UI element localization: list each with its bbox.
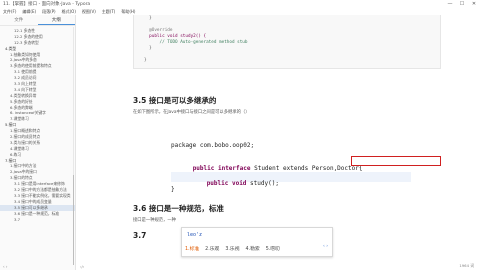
ide-text: study(); [246, 180, 279, 187]
sidebar-scrollbar-thumb[interactable] [72, 175, 74, 265]
ime-candidates: 1.标准 2.乐观 3.乐视 4.勒索 5.唠叨 [185, 245, 286, 252]
outline-list: 12.1 多态性 12.2 多态的使用 12.3 多态转型 4.类型 1.抽象类如何使用… [0, 26, 75, 222]
ide-line-package: package com.bobo.oop02; [171, 142, 255, 149]
ime-candidate[interactable]: 4.勒索 [246, 245, 260, 252]
paragraph-3-5: 在如下图所示，在Java中接口与接口之间是可以多继承的（） [133, 110, 250, 115]
ime-candidate[interactable]: 1.标准 [185, 245, 199, 252]
menu-help[interactable]: 帮助(H) [121, 8, 135, 15]
ide-extends: extends Person,Doctor{ [283, 165, 363, 172]
ime-candidate[interactable]: 2.乐观 [205, 245, 219, 252]
sidebar-tabs: 文件 大纲 [0, 15, 75, 26]
heading-3-5: 3.5 接口是可以多继承的 [133, 96, 217, 105]
maximize-button[interactable]: ☐ [456, 0, 468, 8]
tab-files[interactable]: 文件 [0, 15, 38, 25]
window-title: 11.【掌握】接口 - 面向对象-Java - Typora [3, 2, 91, 7]
ime-page-arrows[interactable]: ‹ › [323, 244, 328, 249]
ime-candidate-window[interactable]: leo'z 1.标准 2.乐观 3.乐视 4.勒索 5.唠叨 ‹ › [181, 227, 333, 257]
word-count[interactable]: 1964 词 [459, 263, 474, 269]
menu-view[interactable]: 视图(V) [82, 8, 96, 15]
menu-file[interactable]: 文件(F) [3, 8, 16, 15]
menu-bar: 文件(F) 编辑(E) 段落(P) 格式(O) 视图(V) 主题(T) 帮助(H… [0, 8, 480, 15]
ide-keyword: public void [206, 180, 247, 187]
title-bar: 11.【掌握】接口 - 面向对象-Java - Typora — ☐ ✕ [0, 0, 480, 8]
ide-keyword: public interface [192, 165, 251, 172]
code-line: } [144, 58, 147, 63]
menu-paragraph[interactable]: 段落(P) [42, 8, 56, 15]
sidebar: 文件 大纲 12.1 多态性 12.2 多态的使用 12.3 多态转型 4.类型 1.抽… [0, 15, 76, 270]
tab-outline[interactable]: 大纲 [37, 15, 75, 25]
source-mode-toggle[interactable]: ‹/› [80, 264, 84, 269]
ide-line-method: public void study(); [185, 173, 279, 194]
ide-text: Student [250, 165, 283, 172]
status-bar: ‹/› 1964 词 [77, 262, 480, 270]
heading-3-7: 3.7 [133, 231, 147, 240]
menu-theme[interactable]: 主题(T) [102, 8, 116, 15]
ime-candidate[interactable]: 3.乐视 [225, 245, 239, 252]
ime-input-text: leo'z [187, 232, 203, 238]
minimize-button[interactable]: — [444, 0, 456, 8]
paragraph-3-6[interactable]: 接口是一种规范，一种 [133, 217, 176, 223]
heading-3-6: 3.6 接口是一种规范，标准 [133, 204, 224, 213]
menu-format[interactable]: 格式(O) [62, 8, 76, 15]
window-controls: — ☐ ✕ [444, 0, 480, 8]
menu-edit[interactable]: 编辑(E) [22, 8, 36, 15]
code-block[interactable]: } @Override public void study2() { // TO… [133, 15, 441, 69]
sidebar-footer[interactable]: ‹ › [0, 262, 76, 270]
close-button[interactable]: ✕ [468, 0, 480, 8]
outline-item[interactable]: 3.7 [0, 217, 75, 223]
ide-line-close: } [171, 186, 175, 193]
ime-candidate[interactable]: 5.唠叨 [266, 245, 280, 252]
document-area[interactable]: } @Override public void study2() { // TO… [77, 15, 480, 270]
highlight-box [351, 156, 441, 166]
code-screenshot: package com.bobo.oop02; public interface… [171, 126, 441, 197]
